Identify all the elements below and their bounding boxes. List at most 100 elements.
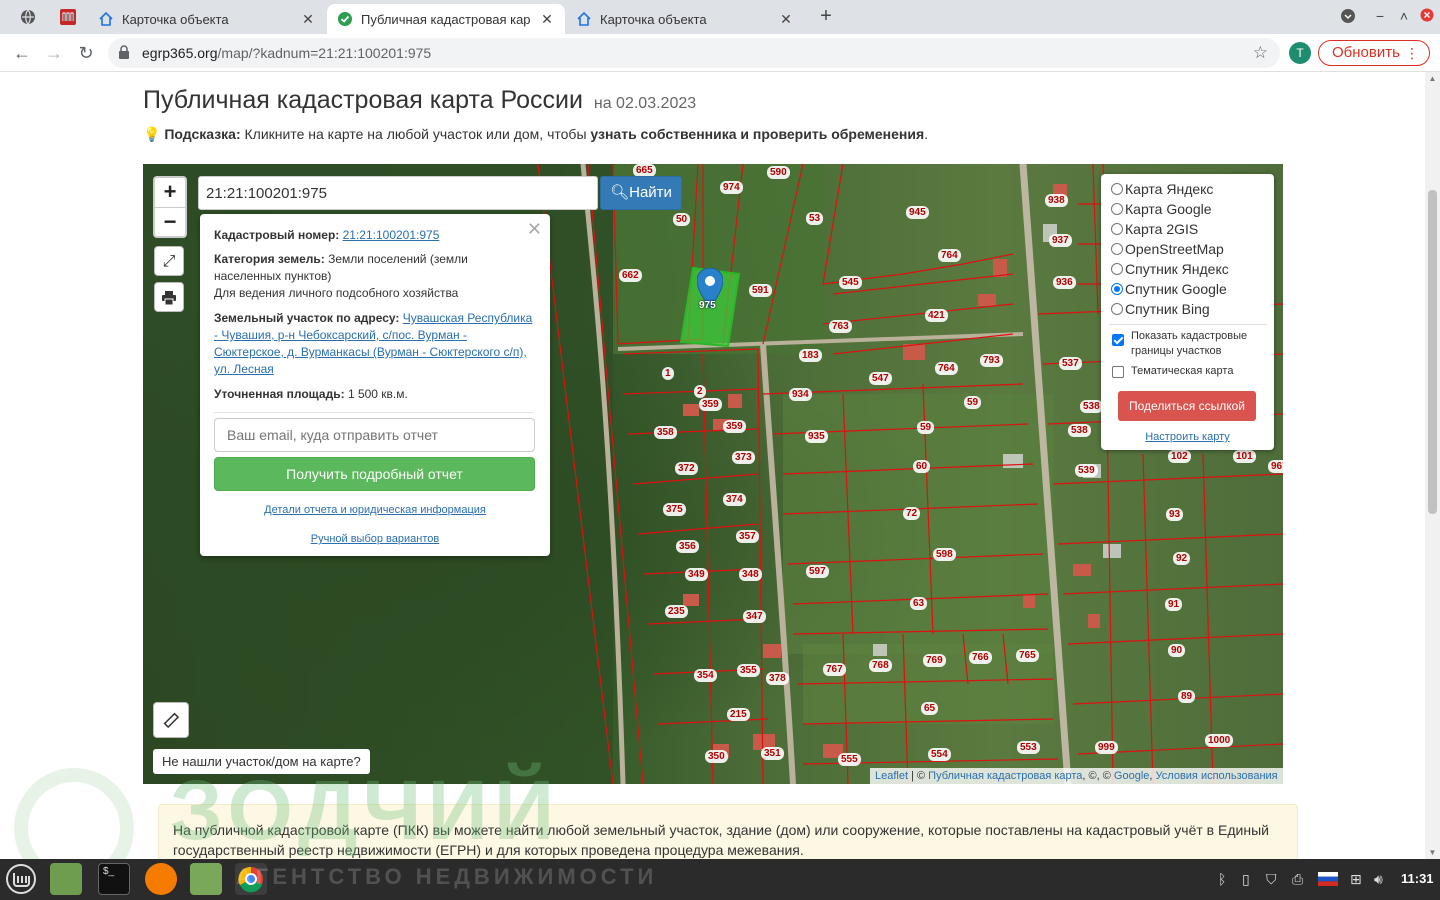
parcel-number-label: 537	[1059, 357, 1082, 370]
leaflet-link[interactable]: Leaflet	[875, 770, 908, 782]
map-attribution: Leaflet | © Публичная кадастровая карта,…	[870, 768, 1283, 784]
search-button[interactable]: 🔍︎Найти	[600, 176, 682, 210]
mint-menu-icon[interactable]	[5, 863, 37, 895]
parcel-number-label: 545	[839, 276, 862, 289]
layer-option[interactable]: OpenStreetMap	[1111, 239, 1224, 259]
maximize-icon[interactable]: ˄	[1394, 8, 1414, 24]
forward-arrow-icon[interactable]: →	[42, 41, 66, 65]
layer-option[interactable]: Спутник Яндекс	[1111, 259, 1229, 279]
parcel-number-label: 769	[923, 654, 946, 667]
parcel-number-label: 60	[913, 460, 931, 473]
get-report-button[interactable]: Получить подробный отчет	[214, 457, 535, 491]
show-borders-checkbox[interactable]	[1112, 334, 1124, 346]
tab-kartochka-2[interactable]: Карточка объекта ✕	[566, 4, 804, 34]
parcel-number-label: 358	[654, 426, 677, 439]
terms-link[interactable]: Условия использования	[1156, 770, 1278, 782]
layer-option[interactable]: Спутник Google	[1111, 279, 1227, 299]
parcel-number-label: 374	[723, 493, 746, 506]
search-icon: 🔍︎	[610, 184, 630, 201]
tab-title: Карточка объекта	[122, 11, 229, 27]
report-details-link[interactable]: Детали отчета и юридическая информация	[264, 504, 486, 516]
google-link[interactable]: Google	[1114, 770, 1149, 782]
parcel-number-label: 215	[727, 708, 750, 721]
kadnum-link[interactable]: 21:21:100201:975	[343, 228, 440, 242]
parcel-number-label: 359	[699, 398, 722, 411]
divider	[1109, 324, 1267, 325]
profile-avatar[interactable]: T	[1289, 42, 1311, 64]
pinned-tab-icon[interactable]	[56, 6, 80, 28]
layer-option[interactable]: Карта 2GIS	[1111, 219, 1198, 239]
share-link-button[interactable]: Поделиться ссылкой	[1118, 391, 1256, 421]
close-icon[interactable]: ✕	[778, 11, 794, 28]
firefox-app-icon[interactable]	[145, 863, 177, 895]
radio-button[interactable]	[1111, 243, 1123, 255]
watermark-subtext: АГЕНТСТВО НЕДВИЖИМОСТИ	[236, 864, 658, 889]
layer-option[interactable]: Карта Google	[1111, 199, 1212, 219]
tab-kartochka-1[interactable]: Карточка объекта ✕	[88, 4, 326, 34]
files-app-icon[interactable]	[50, 863, 82, 895]
url-text: egrp365.org/map/?kadnum=21:21:100201:975	[142, 45, 432, 61]
network-icon[interactable]: ⊞	[1350, 871, 1362, 888]
bluetooth-icon[interactable]: ᛒ	[1218, 871, 1226, 887]
parcel-number-label: 766	[969, 651, 992, 664]
parcel-number-label: 539	[1075, 464, 1098, 477]
layer-option[interactable]: Карта Яндекс	[1111, 179, 1213, 199]
radio-button[interactable]	[1111, 283, 1123, 295]
menu-dots-icon: ⋮	[1405, 45, 1419, 61]
tab-public-cadastral-map[interactable]: Публичная кадастровая кар ✕	[327, 4, 565, 34]
ruler-icon[interactable]	[153, 702, 189, 738]
category-row: Категория земель: Земли поселений (земли…	[214, 252, 468, 283]
configure-map-link[interactable]: Настроить карту	[1101, 431, 1274, 443]
new-tab-button[interactable]: +	[814, 5, 838, 29]
email-field[interactable]	[214, 418, 535, 452]
keyboard-layout-flag-icon[interactable]	[1318, 872, 1338, 889]
radio-button[interactable]	[1111, 223, 1123, 235]
parcel-number-label: 101	[1233, 450, 1256, 463]
parcel-number-label: 91	[1165, 598, 1183, 611]
parcel-number-label: 354	[694, 669, 717, 682]
window-close-icon[interactable]	[1417, 8, 1437, 25]
close-icon[interactable]: ✕	[539, 11, 555, 28]
scrollbar-thumb[interactable]	[1428, 190, 1437, 514]
printer-icon[interactable]: ⎙	[1292, 871, 1303, 888]
parcel-number-label: 90	[1168, 644, 1186, 657]
page-scrollbar[interactable]: ▲ ▼	[1425, 72, 1440, 859]
print-icon[interactable]	[154, 282, 184, 312]
parcel-number-label: 351	[761, 747, 784, 760]
shield-icon[interactable]: ⛉	[1266, 871, 1277, 888]
scroll-down-icon[interactable]: ▼	[1425, 848, 1440, 857]
radio-button[interactable]	[1111, 263, 1123, 275]
pkk-link[interactable]: Публичная кадастровая карта	[928, 770, 1082, 782]
terminal-app-icon[interactable]: $_	[98, 863, 130, 895]
reload-icon[interactable]: ↻	[74, 41, 98, 65]
thematic-checkbox[interactable]	[1112, 366, 1124, 378]
folder-app-icon[interactable]	[190, 863, 222, 895]
layer-option[interactable]: Спутник Bing	[1111, 299, 1210, 319]
scroll-up-icon[interactable]: ▲	[1425, 74, 1440, 83]
parcel-number-label: 597	[806, 565, 829, 578]
radio-button[interactable]	[1111, 303, 1123, 315]
browser-toolbar: ← → ↻ egrp365.org/map/?kadnum=21:21:1002…	[0, 34, 1440, 72]
fullscreen-icon[interactable]: ⤢	[154, 246, 184, 276]
update-browser-button[interactable]: Обновить ⋮	[1318, 40, 1430, 66]
parcel-number-label: 359	[723, 420, 746, 433]
minimize-icon[interactable]: −	[1370, 8, 1390, 24]
show-borders-label: Показать кадастровые границы участков	[1131, 330, 1248, 357]
address-bar[interactable]: egrp365.org/map/?kadnum=21:21:100201:975…	[108, 38, 1280, 68]
radio-button[interactable]	[1111, 183, 1123, 195]
tab-search-dropdown-icon[interactable]	[1338, 8, 1358, 27]
parcel-number-label: 555	[838, 753, 861, 766]
close-icon[interactable]: ✕	[300, 11, 316, 28]
volume-icon[interactable]: 🔊︎	[1374, 871, 1383, 888]
radio-button[interactable]	[1111, 203, 1123, 215]
manual-selection-link[interactable]: Ручной выбор вариантов	[311, 533, 439, 545]
tab-search-icon[interactable]	[16, 6, 40, 28]
zoom-in-button[interactable]: +	[155, 178, 185, 207]
bookmark-star-icon[interactable]: ☆	[1253, 43, 1268, 63]
parcel-number-label: 357	[736, 530, 759, 543]
cadastral-search-input[interactable]	[198, 176, 598, 210]
layer-option-label: Спутник Google	[1125, 281, 1227, 297]
back-arrow-icon[interactable]: ←	[10, 41, 34, 65]
zoom-out-button[interactable]: −	[155, 207, 185, 236]
clipboard-icon[interactable]: ▯	[1242, 871, 1250, 888]
